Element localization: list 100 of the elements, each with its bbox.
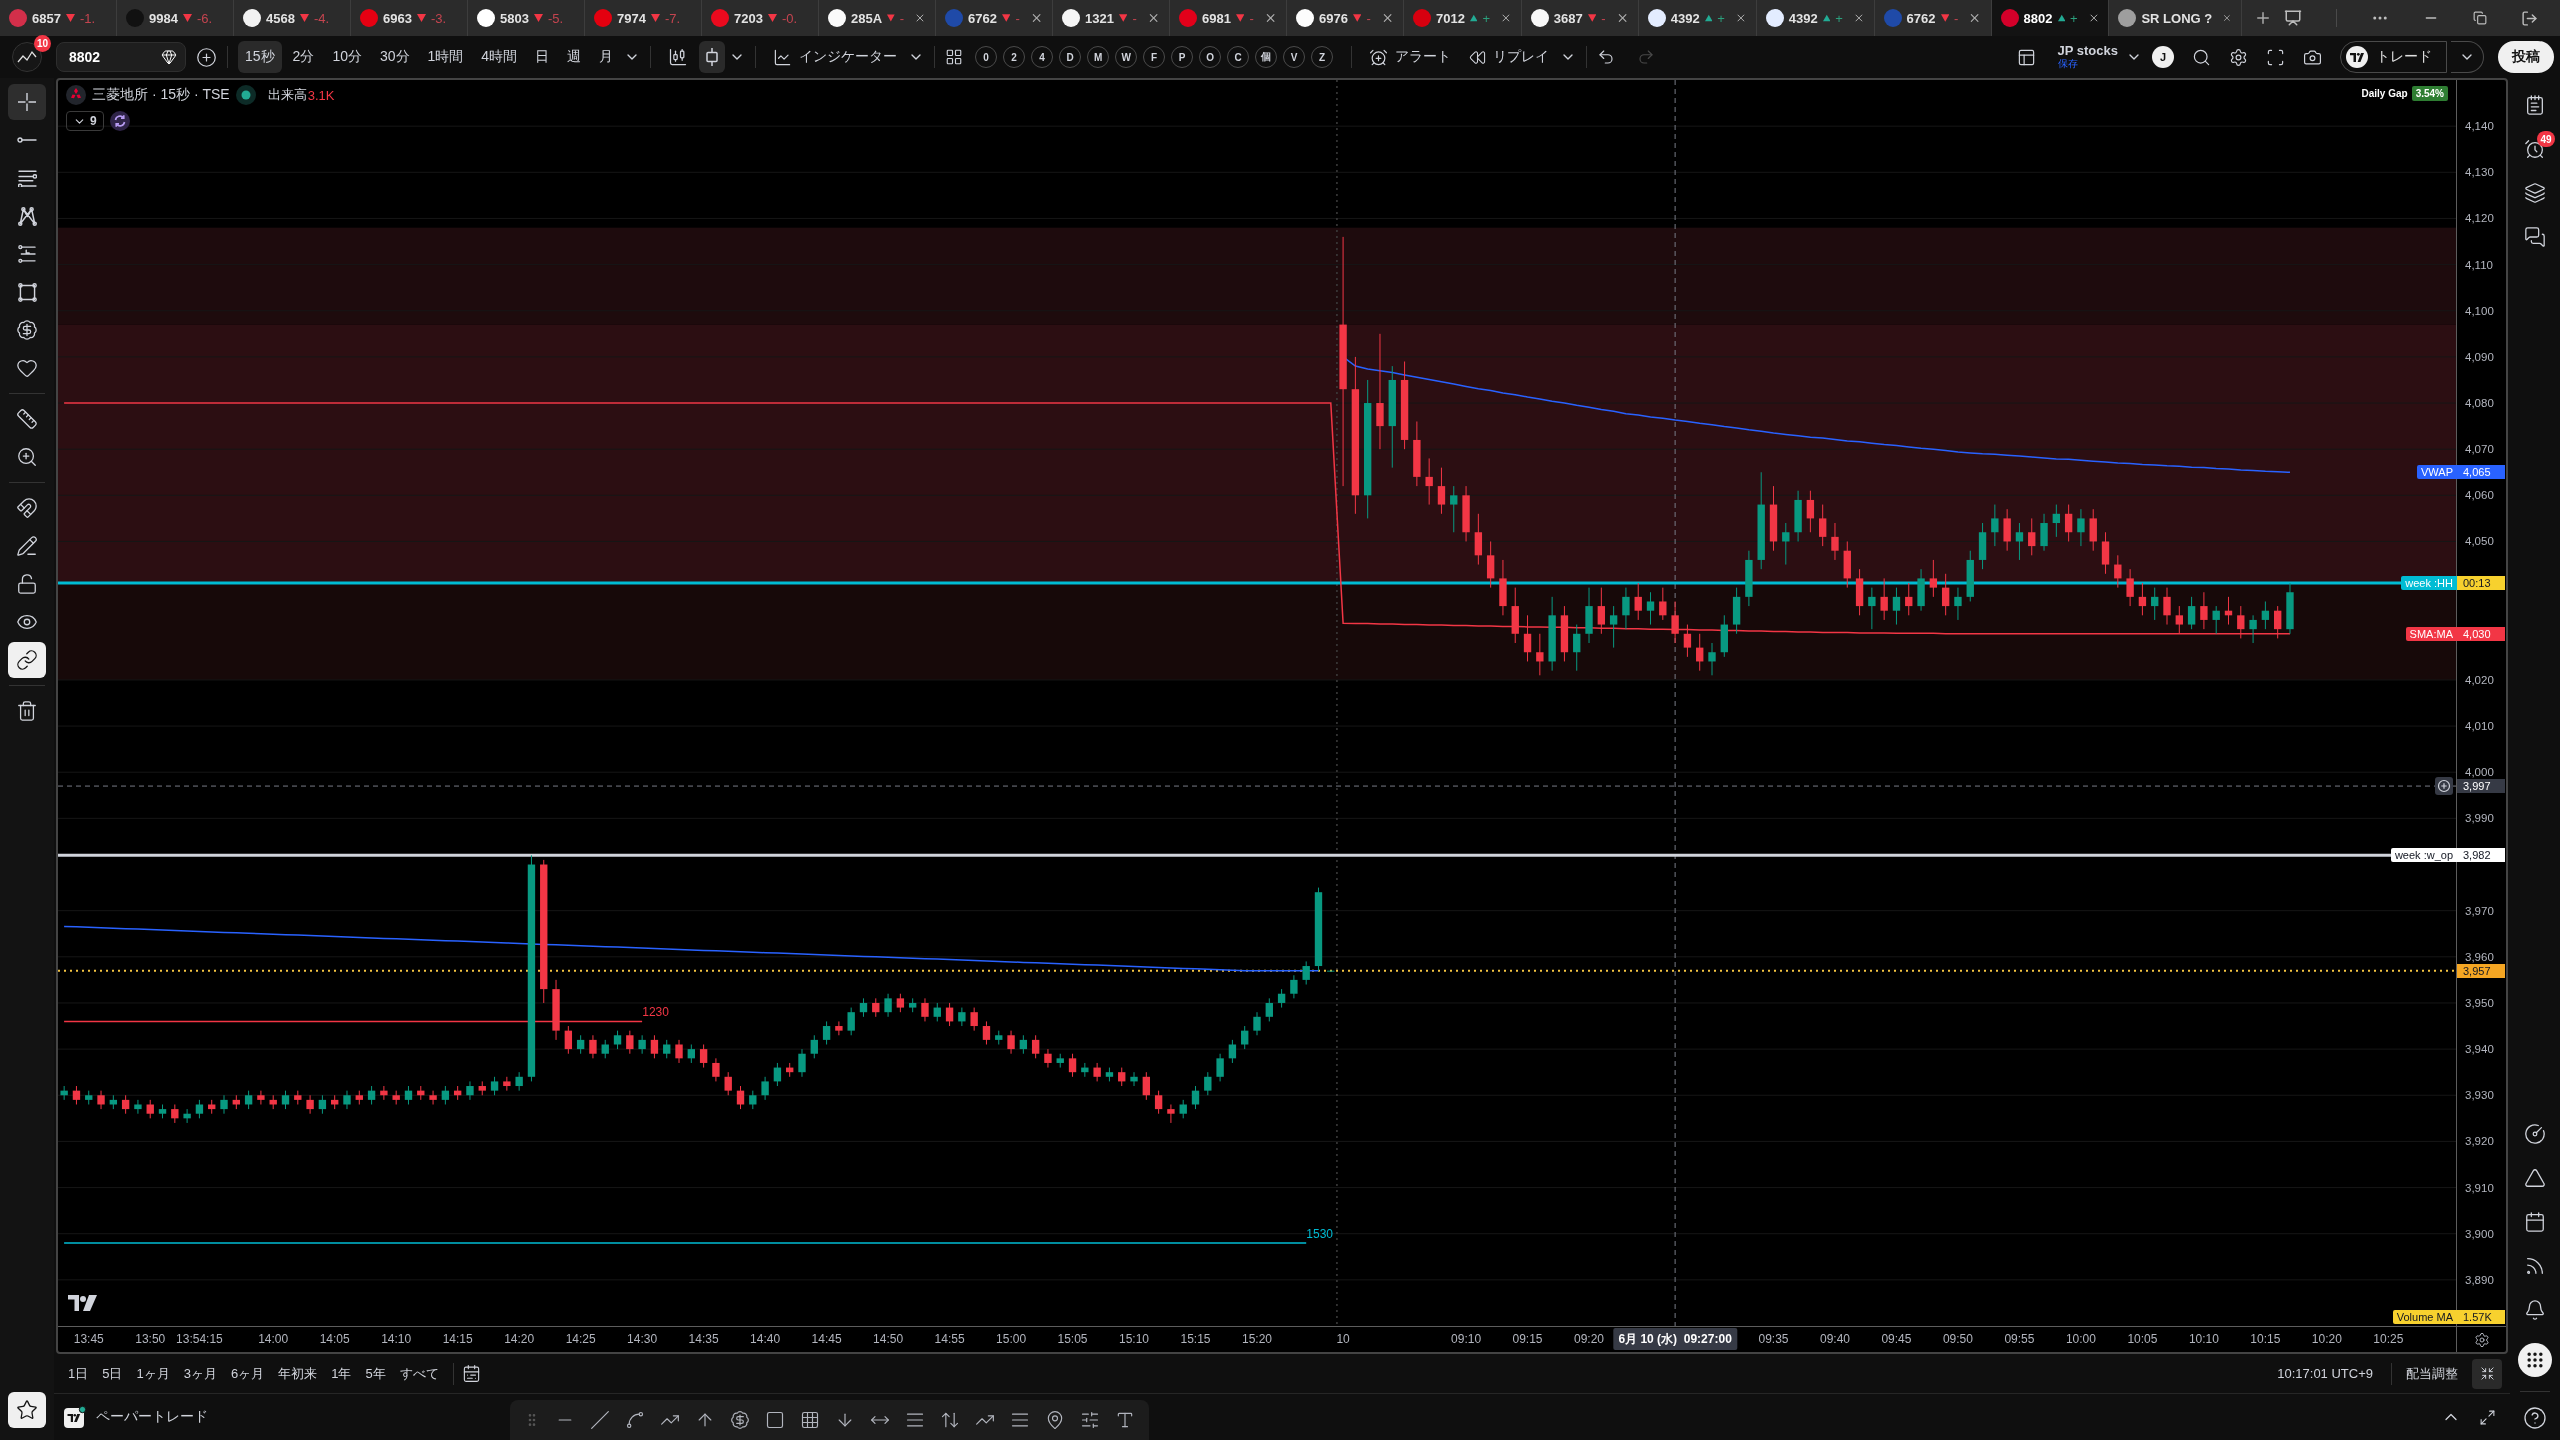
diagonal-line-icon[interactable] — [590, 1410, 610, 1430]
map-pin-icon[interactable] — [1045, 1410, 1065, 1430]
candle — [1745, 550, 1753, 607]
candle — [294, 1090, 302, 1105]
range-button[interactable]: 6ヶ月 — [224, 1360, 271, 1387]
candle — [663, 1039, 671, 1059]
chat-icon[interactable] — [2524, 226, 2546, 248]
monitor-icon[interactable] — [2284, 9, 2302, 27]
close-icon[interactable] — [1968, 11, 1982, 25]
interval-button[interactable]: 2分 — [285, 41, 322, 73]
dividend-adjust-button[interactable]: 配当調整 — [2400, 1360, 2464, 1387]
candle — [749, 1090, 757, 1110]
bell-icon[interactable] — [2524, 1299, 2546, 1321]
interval-button[interactable]: 30分 — [372, 41, 417, 73]
vertical-arrows-icon[interactable] — [940, 1410, 960, 1430]
maximize-icon[interactable] — [2479, 1408, 2496, 1426]
indicator-toggle-button[interactable]: 9 — [66, 111, 104, 131]
plus-circle-icon[interactable] — [2435, 777, 2453, 796]
tab[interactable]: 8802 + — [1991, 0, 2110, 36]
grid-icon[interactable] — [800, 1410, 820, 1430]
candle — [1105, 1067, 1114, 1082]
user-avatar[interactable]: J — [2152, 46, 2174, 68]
apps-button[interactable] — [2518, 1343, 2552, 1377]
open-lock-icon — [16, 573, 38, 595]
settings-icon[interactable] — [2473, 1331, 2490, 1348]
magnet-icon — [16, 497, 38, 519]
alert-button[interactable]: アラート — [1362, 41, 1459, 73]
collapse-button[interactable] — [2472, 1358, 2502, 1389]
gauge-icon[interactable] — [2524, 1123, 2546, 1145]
restore-icon[interactable] — [2473, 11, 2487, 25]
interval-button[interactable]: 10分 — [325, 41, 369, 73]
interval-button[interactable]: 月 — [592, 41, 621, 73]
range-button[interactable]: 1年 — [325, 1360, 358, 1387]
curve-icon[interactable] — [625, 1410, 645, 1430]
grid-icon[interactable] — [945, 48, 964, 66]
calendar-icon[interactable] — [2524, 1211, 2546, 1233]
candle — [872, 997, 880, 1018]
candle — [195, 1099, 204, 1119]
range-button[interactable]: 5日 — [96, 1360, 129, 1387]
fullscreen-icon[interactable] — [2266, 47, 2285, 67]
chart-type-button[interactable] — [699, 41, 726, 73]
interval-button[interactable]: 週 — [560, 41, 589, 73]
range-button[interactable]: 3ヶ月 — [177, 1360, 223, 1387]
interval-button[interactable]: 4時間 — [474, 41, 525, 73]
help-icon[interactable] — [2523, 1406, 2547, 1430]
candle — [1782, 522, 1790, 566]
candle — [896, 993, 905, 1013]
candle — [441, 1085, 450, 1105]
range-button[interactable]: 1日 — [62, 1360, 95, 1387]
interval-button[interactable]: 1時間 — [420, 41, 471, 73]
sync-icon[interactable] — [109, 111, 130, 131]
price-axis-label: 4,130 — [2465, 166, 2494, 179]
settings-icon[interactable] — [2229, 47, 2248, 67]
symbol-search-field[interactable]: 8802 — [56, 42, 186, 72]
candle — [2200, 591, 2208, 630]
favorites-button[interactable] — [8, 1392, 46, 1428]
candle — [1585, 587, 1593, 644]
rss-icon[interactable] — [2524, 1255, 2546, 1277]
indicators-button[interactable]: インジケーター — [766, 41, 905, 73]
candle — [1720, 614, 1728, 658]
calendar-icon[interactable] — [461, 1364, 481, 1383]
interval-button[interactable]: 日 — [528, 41, 557, 73]
range-button[interactable]: すべて — [393, 1360, 445, 1387]
range-button[interactable]: 5年 — [359, 1360, 392, 1387]
time-axis-label: 14:45 — [811, 1332, 842, 1346]
replay-button[interactable]: リプレイ — [1462, 41, 1557, 73]
candle — [515, 1071, 523, 1092]
toggle-button[interactable] — [8, 642, 46, 678]
candle — [1191, 1085, 1200, 1110]
tool-button[interactable] — [8, 84, 46, 120]
paper-trading-logo-icon — [64, 1406, 86, 1428]
candle — [158, 1104, 167, 1119]
triangle-icon[interactable] — [2524, 1167, 2546, 1189]
time-axis-label: 14:35 — [688, 1332, 719, 1346]
undo-icon[interactable] — [1597, 48, 1616, 66]
sliders-icon[interactable] — [1080, 1410, 1100, 1430]
publish-button[interactable]: 投稿 — [2498, 41, 2554, 73]
plus-icon[interactable] — [2254, 9, 2272, 27]
range-button[interactable]: 1ヶ月 — [130, 1360, 176, 1387]
dollar-badge-icon[interactable] — [730, 1410, 750, 1430]
candle — [343, 1090, 351, 1110]
price-axis-label: 3,960 — [2465, 950, 2494, 963]
notepad-icon[interactable] — [2524, 94, 2546, 116]
square-icon[interactable] — [765, 1410, 785, 1430]
range-button[interactable]: 年初来 — [272, 1360, 324, 1387]
layers-icon[interactable] — [2524, 182, 2546, 204]
status-dot-icon — [235, 85, 256, 105]
candle — [2274, 605, 2282, 639]
candle — [958, 1007, 966, 1027]
interval-button[interactable]: 15秒 — [238, 41, 282, 73]
candle — [1142, 1071, 1150, 1101]
candle — [970, 1007, 978, 1032]
text-icon[interactable] — [1115, 1410, 1135, 1430]
heart-icon — [16, 357, 38, 379]
layout-menu-button[interactable]: JP stocks 保存 — [2053, 44, 2122, 70]
exit-icon[interactable] — [2521, 9, 2538, 27]
candle — [1573, 624, 1581, 672]
layout-icon[interactable] — [2016, 47, 2036, 67]
search-icon[interactable] — [2192, 47, 2211, 67]
plus-circle-icon[interactable] — [196, 46, 217, 68]
